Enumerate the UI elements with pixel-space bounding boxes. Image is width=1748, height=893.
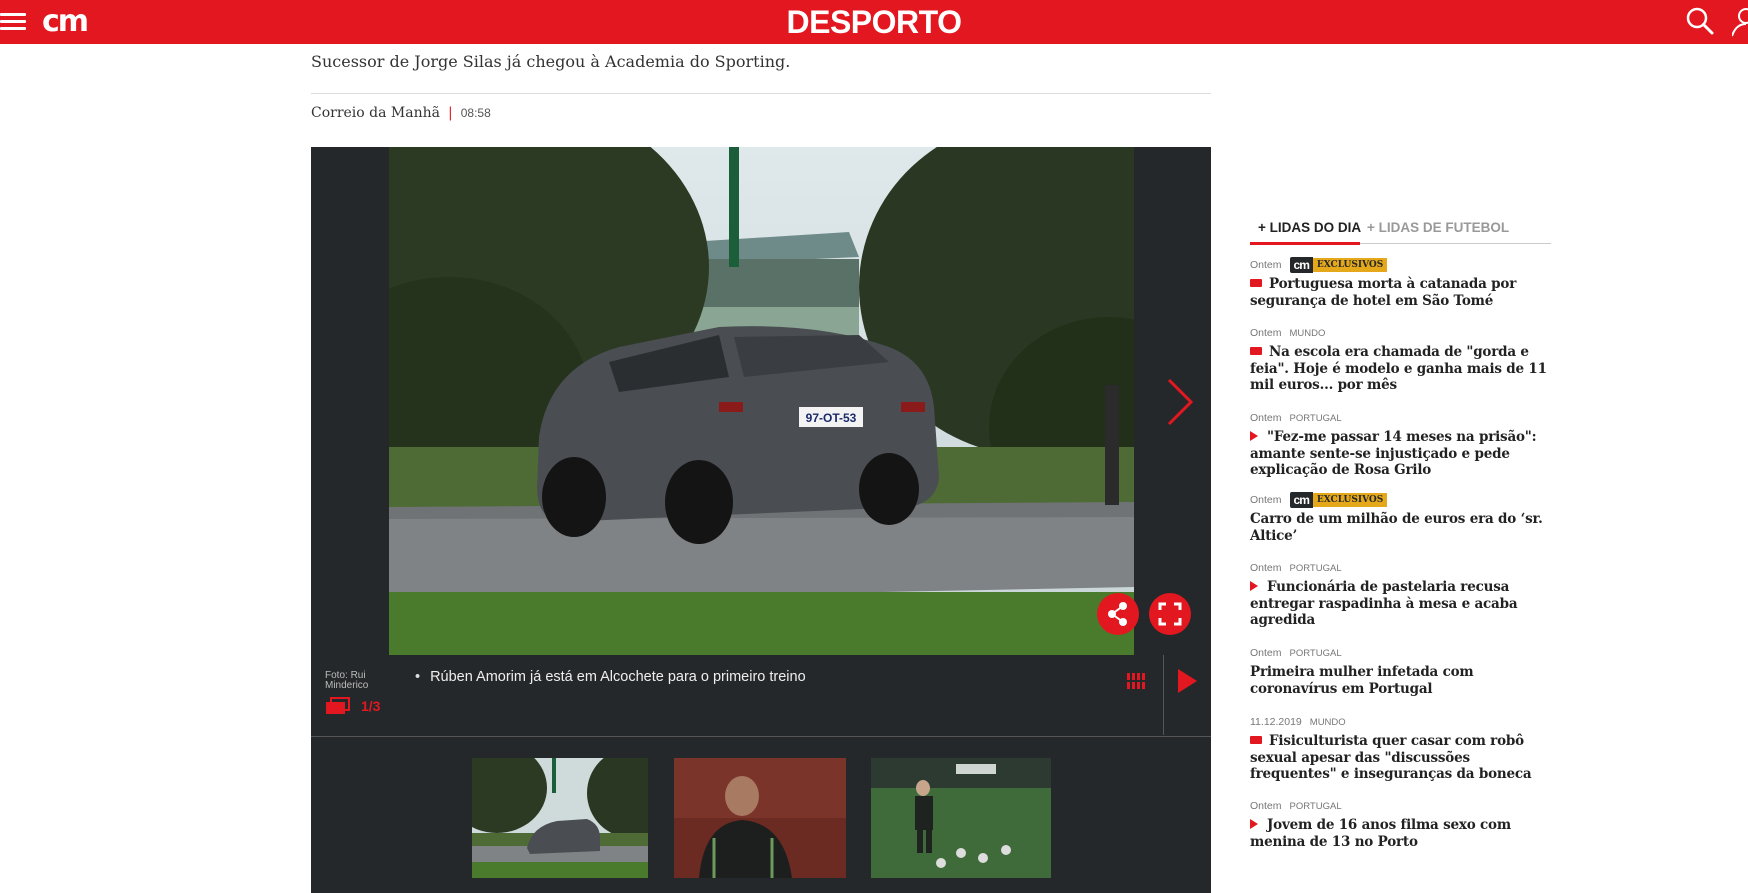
news-title[interactable]: Primeira mulher infetada com coronavírus…: [1250, 664, 1474, 697]
list-item[interactable]: Ontem PORTUGAL Funcionária de pastelaria…: [1250, 560, 1550, 629]
news-title[interactable]: Jovem de 16 anos filma sexo com menina d…: [1250, 817, 1511, 850]
news-date: Ontem: [1250, 259, 1282, 271]
news-title[interactable]: Na escola era chamada de "gorda e feia".…: [1250, 344, 1547, 393]
gallery-thumbnail[interactable]: [871, 758, 1051, 878]
photo-counter-text: 1/3: [361, 698, 381, 714]
grid-view-icon[interactable]: [1127, 673, 1147, 689]
news-category[interactable]: PORTUGAL: [1290, 801, 1342, 812]
menu-icon[interactable]: [0, 9, 28, 35]
news-date: Ontem: [1250, 562, 1282, 574]
photo-counter: 1/3: [325, 697, 380, 715]
tab-lidas-do-dia[interactable]: + LIDAS DO DIA: [1258, 220, 1361, 235]
fullscreen-icon: [1158, 602, 1182, 626]
news-date: 11.12.2019: [1250, 716, 1302, 728]
fullscreen-button[interactable]: [1149, 593, 1191, 635]
video-icon: [1250, 581, 1258, 591]
gallery-thumbnail[interactable]: [674, 758, 846, 878]
exclusive-badge-label: EXCLUSIVOS: [1312, 493, 1388, 507]
news-date: Ontem: [1250, 647, 1282, 659]
exclusive-badge-label: EXCLUSIVOS: [1312, 258, 1388, 272]
news-title[interactable]: Portuguesa morta à catanada por seguranç…: [1250, 276, 1516, 309]
gallery-icon: [1250, 736, 1262, 744]
play-slideshow-icon[interactable]: [1175, 667, 1199, 695]
publish-time: 08:58: [460, 106, 491, 120]
share-icon: [1108, 602, 1127, 626]
divider: [1163, 655, 1164, 735]
exclusive-badge: cm EXCLUSIVOS: [1289, 257, 1388, 273]
news-title[interactable]: "Fez-me passar 14 meses na prisão": aman…: [1250, 429, 1537, 478]
active-tab-indicator: [1250, 242, 1360, 245]
news-title[interactable]: Funcionária de pastelaria recusa entrega…: [1250, 579, 1518, 628]
search-icon[interactable]: [1685, 6, 1715, 36]
news-category[interactable]: MUNDO: [1290, 328, 1326, 339]
photo-credit: Foto: Rui Minderico: [325, 670, 369, 691]
news-category[interactable]: MUNDO: [1310, 717, 1346, 728]
news-date: Ontem: [1250, 800, 1282, 812]
list-item[interactable]: Ontem PORTUGAL Primeira mulher infetada …: [1250, 645, 1550, 697]
news-date: Ontem: [1250, 412, 1282, 424]
divider: [311, 736, 1211, 737]
license-plate: 97-OT-53: [806, 411, 857, 425]
gallery-main-photo[interactable]: 97-OT-53: [389, 147, 1134, 655]
list-item[interactable]: Ontem PORTUGAL Jovem de 16 anos filma se…: [1250, 798, 1550, 850]
next-photo-arrow[interactable]: [1159, 372, 1199, 432]
share-button[interactable]: [1097, 593, 1139, 635]
gallery-icon: [1250, 347, 1262, 355]
video-icon: [1250, 819, 1258, 829]
exclusive-badge: cm EXCLUSIVOS: [1289, 492, 1388, 508]
source-name[interactable]: Correio da Manhã: [311, 105, 440, 121]
list-item[interactable]: Ontem cm EXCLUSIVOS Portuguesa morta à ca…: [1250, 257, 1550, 309]
news-date: Ontem: [1250, 494, 1282, 506]
gallery-icon: [1250, 279, 1262, 287]
news-date: Ontem: [1250, 327, 1282, 339]
exclusive-badge-logo: cm: [1289, 257, 1313, 273]
tab-lidas-de-futebol[interactable]: + LIDAS DE FUTEBOL: [1367, 220, 1509, 235]
top-bar: cm DESPORTO: [0, 0, 1748, 44]
user-icon[interactable]: [1732, 6, 1748, 38]
article-lead: Sucessor de Jorge Silas já chegou à Acad…: [311, 52, 791, 71]
news-category[interactable]: PORTUGAL: [1290, 563, 1342, 574]
exclusive-badge-logo: cm: [1289, 492, 1313, 508]
list-item[interactable]: Ontem PORTUGAL "Fez-me passar 14 meses n…: [1250, 410, 1550, 479]
list-item[interactable]: Ontem MUNDO Na escola era chamada de "go…: [1250, 325, 1550, 394]
news-title[interactable]: Carro de um milhão de euros era do ‘sr. …: [1250, 511, 1543, 544]
news-category[interactable]: PORTUGAL: [1290, 648, 1342, 659]
divider: [311, 93, 1211, 94]
most-read-tabs: + LIDAS DO DIA + LIDAS DE FUTEBOL: [1250, 218, 1551, 245]
list-item[interactable]: 11.12.2019 MUNDO Fisiculturista quer cas…: [1250, 714, 1550, 783]
byline: Correio da Manhã | 08:58: [311, 105, 491, 121]
gallery-icon: [326, 697, 350, 714]
photo-gallery: 97-OT-53 Foto: Rui Minderico 1/3 Rúben A…: [311, 147, 1211, 893]
gallery-thumbnail[interactable]: [472, 758, 648, 878]
news-category[interactable]: PORTUGAL: [1290, 413, 1342, 424]
list-item[interactable]: Ontem cm EXCLUSIVOS Carro de um milhão de…: [1250, 492, 1550, 544]
site-logo[interactable]: cm: [42, 6, 89, 38]
byline-separator: |: [448, 105, 453, 121]
photo-caption: Rúben Amorim já está em Alcochete para o…: [415, 669, 806, 685]
section-title: DESPORTO: [786, 4, 963, 40]
video-icon: [1250, 431, 1258, 441]
news-title[interactable]: Fisiculturista quer casar com robô sexua…: [1250, 733, 1532, 782]
